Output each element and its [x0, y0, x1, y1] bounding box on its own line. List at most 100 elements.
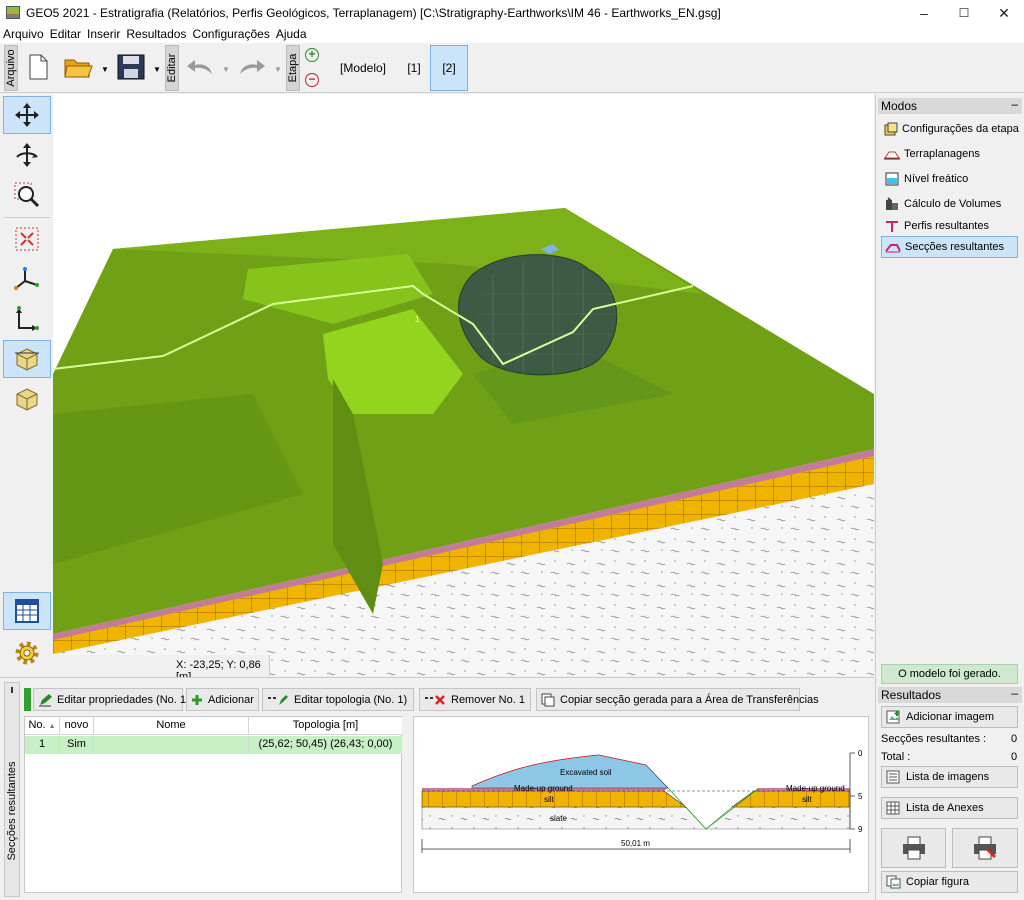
menu-configuracoes[interactable]: Configurações: [189, 26, 272, 43]
col-novo-header[interactable]: novo: [60, 717, 94, 735]
mode-earthworks[interactable]: Terraplanagens: [881, 143, 1018, 165]
slate-section: [421, 806, 851, 830]
zoom-magnifier-icon: [14, 182, 40, 208]
model-3d-viewport[interactable]: 1: [53, 94, 874, 676]
mode-result-sections[interactable]: Secções resultantes: [881, 236, 1018, 258]
save-disk-icon: [117, 54, 145, 80]
minimize-button[interactable]: –: [904, 0, 944, 26]
total-count-label: Total :: [881, 751, 911, 763]
menu-editar[interactable]: Editar: [47, 26, 84, 43]
menu-inserir[interactable]: Inserir: [84, 26, 123, 43]
settings-button[interactable]: [3, 634, 51, 672]
fit-extents-icon: [15, 227, 39, 251]
cube-view-button[interactable]: [3, 340, 51, 378]
redo-dropdown-icon[interactable]: ▼: [274, 65, 282, 74]
remove-stage-button[interactable]: −: [305, 73, 319, 87]
cross-section-drawing: Excavated soil Made-up ground silt slate…: [421, 749, 863, 853]
width-label: 50,01 m: [621, 839, 650, 848]
depth-tick-5: 5: [858, 792, 863, 801]
modes-collapse-icon[interactable]: –: [1011, 96, 1018, 112]
table-cell-no[interactable]: 1: [25, 736, 60, 754]
depth-tick-0: 0: [858, 749, 863, 758]
copy-figure-button[interactable]: Copiar figura: [881, 871, 1018, 893]
rotate-icon: [16, 143, 38, 167]
menu-arquivo[interactable]: Arquivo: [0, 26, 47, 43]
water-table-icon: [884, 172, 900, 186]
table-grid-icon: [15, 599, 39, 623]
menu-resultados[interactable]: Resultados: [123, 26, 189, 43]
annex-list-icon: [886, 801, 900, 815]
add-image-button[interactable]: Adicionar imagem: [881, 706, 1018, 728]
plus-icon: [191, 694, 203, 706]
earthworks-icon: [884, 147, 900, 161]
open-dropdown-icon[interactable]: ▼: [101, 65, 109, 74]
mode-result-profiles[interactable]: Perfis resultantes: [881, 215, 1018, 237]
new-file-icon: [29, 54, 48, 80]
zoom-tool-button[interactable]: [3, 176, 51, 214]
undo-dropdown-icon[interactable]: ▼: [222, 65, 230, 74]
sections-side-tab[interactable]: Secções resultantes: [4, 682, 20, 897]
undo-button[interactable]: [184, 49, 216, 85]
app-icon: [6, 6, 20, 19]
coordinate-readout: X: -23,25; Y: 0,86 [m]: [53, 655, 270, 683]
volume-calc-icon: [884, 197, 900, 211]
mode-stage-settings[interactable]: Configurações da etapa: [881, 118, 1019, 140]
annex-list-button[interactable]: Lista de Anexes: [881, 797, 1018, 819]
axes-3d-button[interactable]: [3, 260, 51, 298]
col-no-header[interactable]: No. ▲: [25, 717, 60, 735]
axes-2d-button[interactable]: [3, 300, 51, 338]
menu-bar: Arquivo Editar Inserir Resultados Configuraç…: [0, 26, 1024, 43]
open-file-button[interactable]: [62, 49, 94, 85]
cube-solid-button[interactable]: [3, 380, 51, 418]
mode-volume-calc[interactable]: Cálculo de Volumes: [881, 193, 1018, 215]
total-count-value: 0: [1011, 751, 1018, 763]
copy-section-clipboard-button[interactable]: Copiar secção gerada para a Área de Tran…: [536, 688, 819, 711]
gear-icon: [15, 641, 39, 665]
clipboard-icon: [541, 693, 555, 707]
sections-count-value: 0: [1011, 733, 1018, 745]
edit-topology-button[interactable]: Editar topologia (No. 1): [262, 688, 414, 711]
new-file-button[interactable]: [22, 49, 54, 85]
remove-section-button[interactable]: Remover No. 1: [419, 688, 531, 711]
results-collapse-icon[interactable]: –: [1011, 685, 1018, 701]
add-section-button[interactable]: Adicionar: [186, 688, 259, 711]
menu-ajuda[interactable]: Ajuda: [273, 26, 310, 43]
arquivo-group-tab: Arquivo: [4, 45, 18, 91]
col-topologia-header[interactable]: Topologia [m]: [249, 717, 402, 735]
label-madeup-ground: Made-up ground: [514, 784, 573, 793]
depth-tick-9: 9: [858, 825, 863, 834]
table-view-button[interactable]: [3, 592, 51, 630]
table-cell-novo[interactable]: Sim: [60, 736, 94, 754]
table-cell-nome[interactable]: [94, 736, 249, 754]
pencil-icon: [38, 693, 52, 707]
maximize-button[interactable]: ☐: [944, 0, 984, 26]
save-file-button[interactable]: [115, 49, 147, 85]
move-arrows-icon: [15, 103, 39, 127]
save-dropdown-icon[interactable]: ▼: [153, 65, 161, 74]
label-excavated-soil: Excavated soil: [560, 768, 612, 777]
pan-tool-button[interactable]: [3, 96, 51, 134]
print-button[interactable]: [881, 828, 946, 868]
table-cell-topologia[interactable]: (25,62; 50,45) (26,43; 0,00): [249, 736, 402, 754]
close-button[interactable]: ✕: [984, 0, 1024, 26]
image-list-button[interactable]: Lista de imagens: [881, 766, 1018, 788]
rotate-tool-button[interactable]: [3, 136, 51, 174]
col-nome-header[interactable]: Nome: [94, 717, 249, 735]
stage-1-button[interactable]: [1]: [396, 45, 432, 91]
tab-pin-icon: [11, 687, 13, 693]
edit-properties-button[interactable]: Editar propriedades (No. 1): [33, 688, 190, 711]
cube-section-icon: [15, 348, 39, 371]
stage-2-button[interactable]: [2]: [430, 45, 468, 91]
open-folder-icon: [64, 59, 93, 78]
mode-water-table[interactable]: Nível freático: [881, 168, 1018, 190]
stage-modelo-button[interactable]: [Modelo]: [336, 45, 390, 91]
stage-settings-icon: [884, 122, 898, 136]
editar-group-tab: Editar: [165, 45, 179, 91]
model-status-message: O modelo foi gerado.: [881, 664, 1018, 684]
fit-view-button[interactable]: [3, 220, 51, 258]
label-slate: slate: [550, 814, 567, 823]
redo-button[interactable]: [236, 49, 268, 85]
add-stage-button[interactable]: +: [305, 48, 319, 62]
result-profiles-icon: [884, 219, 900, 233]
print-pdf-button[interactable]: [952, 828, 1018, 868]
